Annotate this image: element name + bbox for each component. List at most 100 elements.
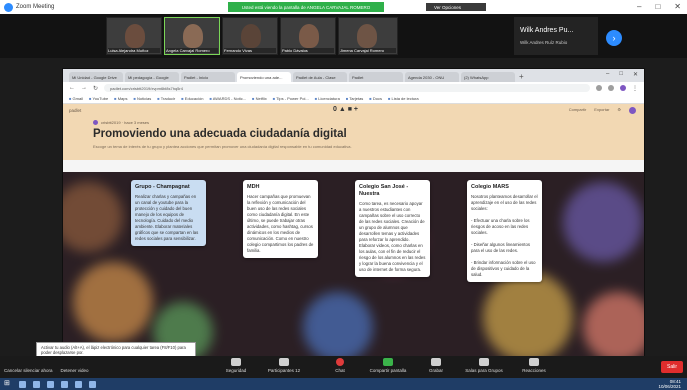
bookmark-item[interactable]: Traducir: [157, 96, 176, 101]
export-button[interactable]: Exportar: [594, 107, 609, 114]
bookmark-item[interactable]: Tarjetas: [346, 96, 363, 101]
browser-tab[interactable]: Padlet de Aula - Clase: [293, 72, 347, 82]
bookmarks-bar: Gmail YouTube Maps Noticias Traducir Edu…: [63, 94, 644, 104]
zoom-window-title: Zoom Meeting: [16, 4, 55, 10]
padlet-card[interactable]: Colegio MARS Nosotros planteamos desarro…: [467, 180, 542, 282]
bookmark-item[interactable]: Tips - Power Poi...: [273, 96, 309, 101]
bookmark-item[interactable]: Educación: [181, 96, 204, 101]
zoom-app-icon[interactable]: [75, 380, 82, 388]
participant-name: Luisa Alejandra Muñoz: [108, 48, 160, 53]
participant-name: Angela Carvajal Romero: [166, 48, 218, 53]
padlet-card[interactable]: Grupo - Champagnat Realizar charlas y ca…: [131, 180, 206, 246]
chrome-icon[interactable]: [61, 380, 68, 388]
speaker-name: Wilk Andres Pu...: [520, 27, 574, 34]
reload-icon[interactable]: ↻: [93, 85, 98, 92]
browser-tab[interactable]: Mi Unidad - Google Drive: [69, 72, 123, 82]
bookmark-item[interactable]: AWARDS - Notic...: [209, 96, 246, 101]
share-screen-button[interactable]: Compartir pantalla: [366, 358, 410, 373]
bokeh-light: [483, 272, 573, 359]
back-icon[interactable]: ←: [69, 85, 75, 91]
bookmark-item[interactable]: Gmail: [69, 96, 83, 101]
padlet-author: crisbtt2019 · hace 3 meses: [93, 120, 614, 125]
participants-label: Participantes: [267, 368, 294, 373]
settings-gear-icon[interactable]: ⚙: [617, 107, 621, 114]
browser-tab[interactable]: Agenda 2030 - ONU: [405, 72, 459, 82]
bokeh-light: [563, 182, 643, 262]
bokeh-light: [63, 182, 123, 252]
browser-menu-icon[interactable]: ⋮: [632, 85, 638, 92]
window-controls: – □ ✕: [637, 2, 681, 11]
maximize-button[interactable]: □: [655, 2, 660, 11]
padlet-header: crisbtt2019 · hace 3 meses Promoviendo u…: [63, 116, 644, 160]
bookmark-item[interactable]: YouTube: [89, 96, 108, 101]
padlet-description: Escoge un tema de interés de tu grupo y …: [93, 144, 352, 149]
participants-button[interactable]: Participantes 12: [262, 358, 306, 373]
bookmark-item[interactable]: Noticias: [133, 96, 151, 101]
tray-date: 10/06/2021: [658, 383, 681, 389]
browser-minimize-icon[interactable]: –: [606, 71, 609, 78]
reactions-button[interactable]: Reacciones: [512, 358, 556, 373]
participant-tile[interactable]: Fernando Vivas: [222, 17, 278, 55]
system-tray-clock[interactable]: 08:41 10/06/2021: [658, 379, 681, 389]
author-text: crisbtt2019 · hace 3 meses: [101, 120, 150, 125]
browser-close-icon[interactable]: ✕: [633, 71, 638, 78]
security-label: Seguridad: [225, 368, 247, 373]
record-button[interactable]: Grabar: [414, 358, 458, 373]
participant-tile[interactable]: Pablo Dávalos: [280, 17, 336, 55]
profile-avatar-icon[interactable]: [620, 85, 626, 91]
view-options-button[interactable]: Ver Opciones: [426, 3, 486, 11]
unmute-button[interactable]: Cancelar silenciar ahora: [4, 368, 53, 373]
padlet-toolbar: padlet 0 ▲ ■ + Compartir Exportar ⚙: [63, 104, 644, 116]
user-avatar[interactable]: [629, 107, 636, 114]
stop-video-button[interactable]: Detener video: [61, 368, 89, 373]
participant-tile[interactable]: Angela Carvajal Romero: [164, 17, 220, 55]
address-bar[interactable]: padlet.com/crisbtt2019/xvpm6bl8s7hq5r4: [104, 84, 590, 92]
windows-start-icon[interactable]: ⊞: [4, 380, 12, 388]
minimize-button[interactable]: –: [637, 2, 641, 11]
padlet-card[interactable]: Colegio San José - Nuestra Como tarea, e…: [355, 180, 430, 277]
bookmark-item[interactable]: Licenciatura: [315, 96, 340, 101]
browser-tab[interactable]: Padlet: [349, 72, 403, 82]
browser-tab[interactable]: Mi pedagogía - Google: [125, 72, 179, 82]
bokeh-light: [583, 292, 644, 359]
bokeh-light: [303, 292, 373, 359]
screen-share-banner: Usted está viendo la pantalla de ANGELA …: [228, 2, 384, 12]
people-icon: [279, 358, 289, 366]
record-icon: [431, 358, 441, 366]
browser-maximize-icon[interactable]: □: [619, 71, 623, 78]
browser-tab-active[interactable]: Promoviendo una ade...: [237, 72, 291, 82]
card-body: Hacer campañas que promuevan la reflexió…: [247, 194, 315, 253]
browser-tab[interactable]: Padlet - Inicio: [181, 72, 235, 82]
speaker-subtitle: Wilk Andres Ruíz Rubio: [520, 40, 568, 45]
search-icon[interactable]: [19, 380, 26, 388]
new-tab-icon[interactable]: +: [519, 72, 524, 82]
bookmark-item[interactable]: Maps: [114, 96, 128, 101]
close-button[interactable]: ✕: [674, 2, 681, 11]
chat-button[interactable]: Chat: [318, 358, 362, 373]
word-icon[interactable]: [89, 380, 96, 388]
participant-tile[interactable]: Luisa Alejandra Muñoz: [106, 17, 162, 55]
bookmark-item[interactable]: Netflix: [252, 96, 267, 101]
bookmark-item[interactable]: Lista de lectura: [388, 96, 418, 101]
padlet-card[interactable]: MDH Hacer campañas que promuevan la refl…: [243, 180, 318, 258]
extension-icon[interactable]: [596, 85, 602, 91]
file-explorer-icon[interactable]: [47, 380, 54, 388]
padlet-wordmark[interactable]: padlet: [69, 108, 81, 113]
extension-icon[interactable]: [608, 85, 614, 91]
padlet-board: Grupo - Champagnat Realizar charlas y ca…: [63, 172, 644, 359]
browser-tab[interactable]: (2) WhatsApp: [461, 72, 515, 82]
participant-tile[interactable]: Jimena Carvajal Romero: [338, 17, 398, 55]
bookmark-item[interactable]: Docs: [369, 96, 382, 101]
next-participants-icon[interactable]: ›: [606, 30, 622, 46]
task-view-icon[interactable]: [33, 380, 40, 388]
chat-label: Chat: [335, 368, 345, 373]
forward-icon[interactable]: →: [81, 85, 87, 91]
end-meeting-button[interactable]: Salir: [661, 361, 683, 373]
card-title: MDH: [247, 184, 260, 190]
security-button[interactable]: Seguridad: [214, 358, 258, 373]
card-title: Colegio San José - Nuestra: [359, 184, 409, 197]
breakout-rooms-button[interactable]: Salas para Grupos: [462, 358, 506, 373]
share-button[interactable]: Compartir: [569, 107, 587, 114]
padlet-logo[interactable]: 0 ▲ ■ +: [333, 106, 358, 113]
speaker-name-tile[interactable]: Wilk Andres Pu... Wilk Andres Ruíz Rubio: [514, 17, 598, 55]
